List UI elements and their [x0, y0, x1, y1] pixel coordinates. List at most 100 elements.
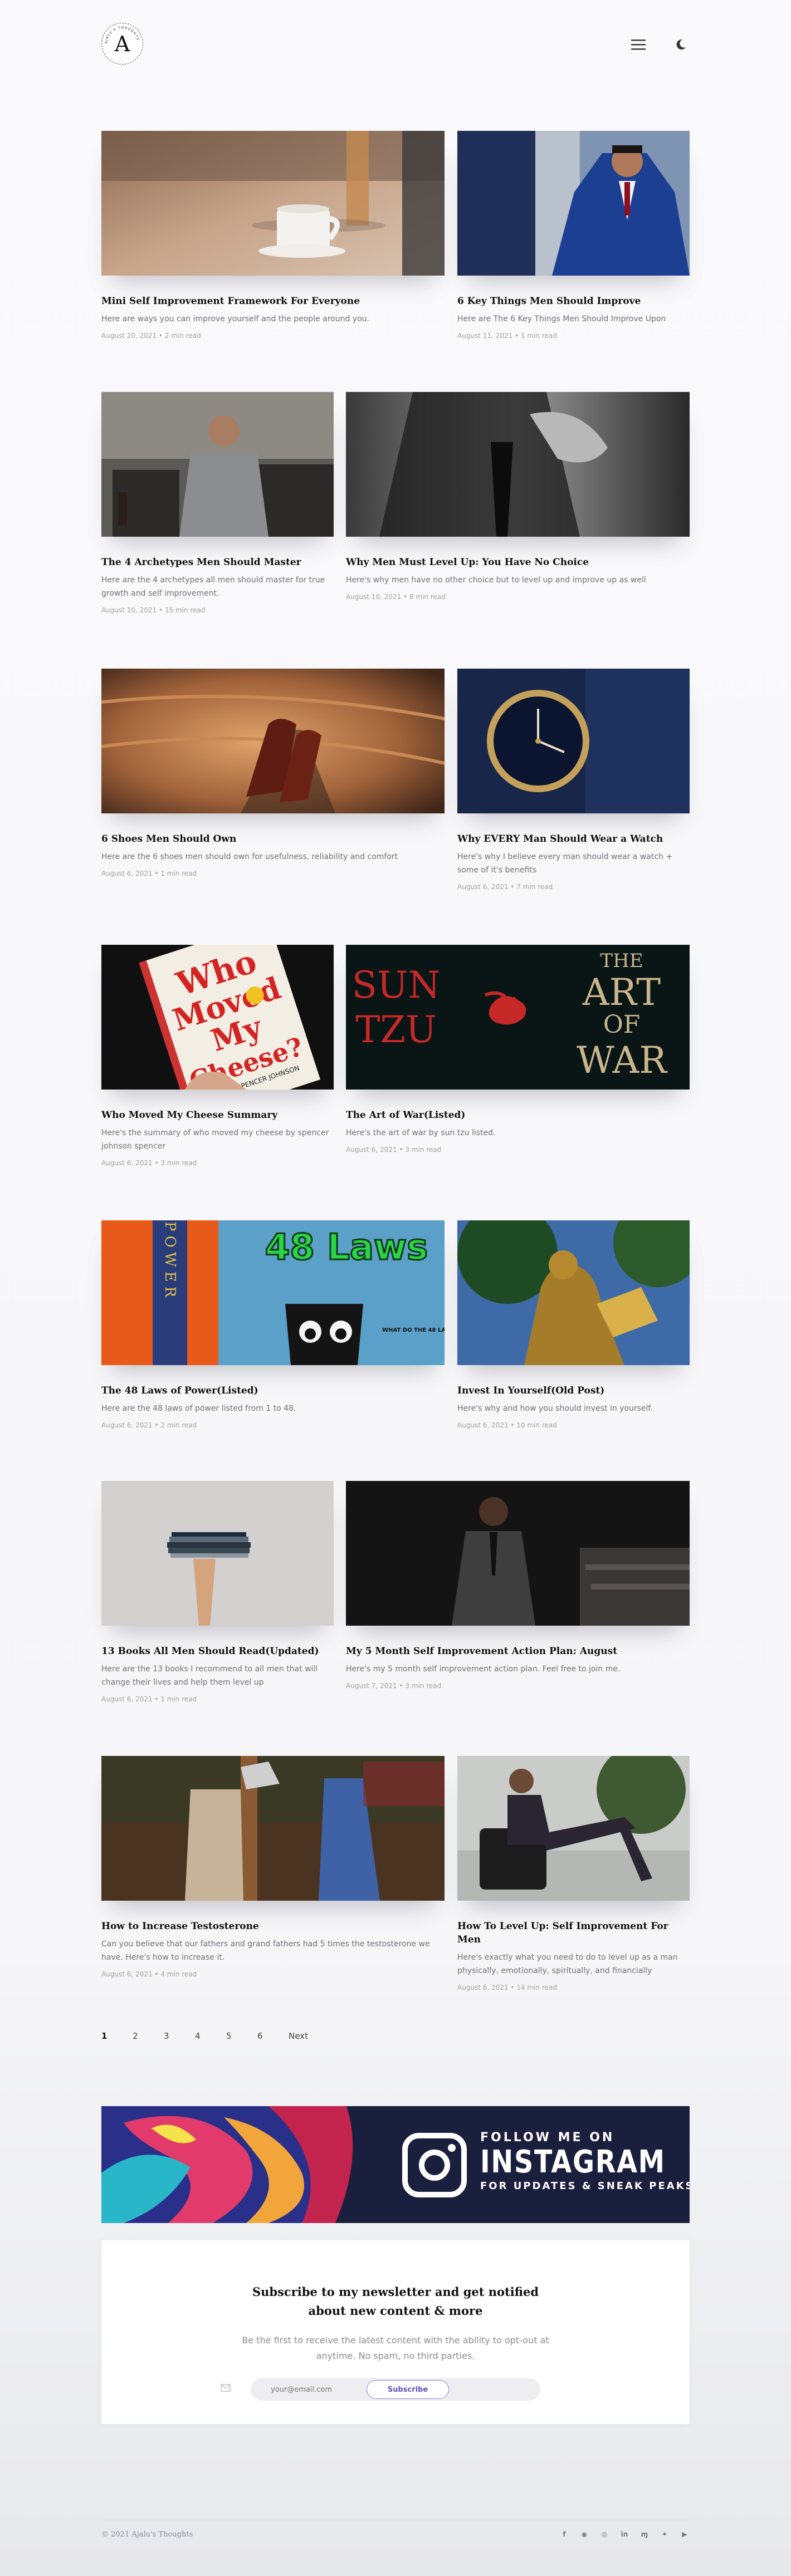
post-card[interactable]: 6 Key Things Men Should Improve Here are…	[457, 131, 690, 341]
page-link-4[interactable]: 4	[195, 2031, 226, 2041]
post-thumbnail[interactable]: POWER 48 Laws WHAT DO THE 48 LAWS	[101, 1220, 445, 1365]
post-title[interactable]: 6 Shoes Men Should Own	[101, 832, 445, 846]
post-card[interactable]: How to Increase Testosterone Can you bel…	[101, 1756, 445, 1980]
logo-ring: AJALU'S THOUGHTS	[105, 26, 139, 44]
post-thumbnail[interactable]	[346, 392, 690, 537]
pagination: 1 2 3 4 5 6 Next	[101, 2031, 320, 2041]
post-meta: August 6, 2021 • 14 min read	[457, 1984, 557, 1991]
post-description: Here are the 13 books I recommend to all…	[101, 1665, 318, 1687]
post-thumbnail[interactable]	[101, 669, 445, 813]
post-thumbnail[interactable]	[101, 131, 445, 276]
post-description: Here are the 48 laws of power listed fro…	[101, 1404, 296, 1413]
page-link-3[interactable]: 3	[164, 2031, 195, 2041]
page-link-1[interactable]: 1	[101, 2031, 133, 2041]
cover-caption: WHAT DO THE 48 LAWS	[382, 1327, 445, 1333]
post-thumbnail[interactable]	[101, 392, 334, 537]
post-card[interactable]: Invest In Yourself(Old Post) Here's why …	[457, 1220, 690, 1431]
instagram-banner[interactable]: FOLLOW ME ON INSTAGRAM FOR UPDATES & SNE…	[101, 2106, 690, 2223]
social-links: f ◉ ◎ in ɱ ✦ ▶	[559, 2529, 690, 2539]
instagram-icon	[402, 2133, 467, 2197]
post-thumbnail[interactable]	[457, 1756, 690, 1901]
post-card[interactable]: 13 Books All Men Should Read(Updated) He…	[101, 1481, 334, 1705]
post-card[interactable]: How To Level Up: Self Improvement For Me…	[457, 1756, 690, 1993]
post-meta: August 6, 2021 • 1 min read	[101, 870, 197, 877]
linkedin-icon[interactable]: in	[619, 2529, 629, 2539]
post-meta: August 6, 2021 • 10 min read	[457, 1421, 557, 1429]
post-card[interactable]: SUN TZU THE ART OF WAR The Art of War(Li…	[346, 945, 690, 1155]
github-icon[interactable]: ◉	[579, 2529, 589, 2539]
post-description: Here's the summary of who moved my chees…	[101, 1128, 329, 1151]
site-logo[interactable]: AJALU'S THOUGHTS A	[101, 23, 143, 65]
post-title[interactable]: 6 Key Things Men Should Improve	[457, 295, 690, 308]
post-title[interactable]: Why EVERY Man Should Wear a Watch	[457, 832, 690, 846]
youtube-icon[interactable]: ▶	[680, 2529, 690, 2539]
post-card[interactable]: Who Moved My Cheese? SPENCER JOHNSON Who…	[101, 945, 334, 1169]
post-description: Here's why and how you should invest in …	[457, 1404, 653, 1413]
post-description: Here's exactly what you need to do to le…	[457, 1953, 678, 1975]
post-meta: August 6, 2021 • 7 min read	[457, 883, 553, 891]
cover-word: TZU	[355, 1008, 437, 1051]
facebook-icon[interactable]: f	[559, 2529, 569, 2539]
post-description: Here are The 6 Key Things Men Should Imp…	[457, 315, 666, 323]
instagram-icon[interactable]: ◎	[599, 2529, 609, 2539]
cover-headline: 48 Laws	[265, 1227, 428, 1268]
copyright-text: © 2021 Ajalu's Thoughts	[101, 2530, 193, 2539]
hamburger-menu-icon[interactable]	[629, 36, 647, 53]
instagram-name: INSTAGRAM	[480, 2144, 666, 2180]
post-title[interactable]: 13 Books All Men Should Read(Updated)	[101, 1645, 334, 1658]
subscribe-button[interactable]: Subscribe	[367, 2380, 449, 2399]
cover-word: THE	[600, 950, 643, 972]
page-link-2[interactable]: 2	[133, 2031, 164, 2041]
post-thumbnail[interactable]	[101, 1756, 445, 1901]
post-card[interactable]: 6 Shoes Men Should Own Here are the 6 sh…	[101, 669, 445, 879]
post-title[interactable]: The 48 Laws of Power(Listed)	[101, 1384, 445, 1397]
post-title[interactable]: How to Increase Testosterone	[101, 1920, 445, 1933]
post-thumbnail[interactable]: Who Moved My Cheese? SPENCER JOHNSON	[101, 945, 334, 1090]
cover-word: ART	[582, 971, 661, 1014]
twitter-icon[interactable]: ✦	[660, 2529, 670, 2539]
post-meta: August 6, 2021 • 1 min read	[101, 1695, 197, 1703]
post-description: Here's my 5 month self improvement actio…	[346, 1665, 621, 1674]
post-card[interactable]: Why EVERY Man Should Wear a Watch Here's…	[457, 669, 690, 892]
mail-icon	[219, 2383, 232, 2396]
post-meta: August 10, 2021 • 15 min read	[101, 606, 206, 614]
post-title[interactable]: My 5 Month Self Improvement Action Plan:…	[346, 1645, 690, 1658]
post-card[interactable]: Why Men Must Level Up: You Have No Choic…	[346, 392, 690, 602]
post-title[interactable]: How To Level Up: Self Improvement For Me…	[457, 1920, 690, 1946]
post-title[interactable]: The 4 Archetypes Men Should Master	[101, 556, 334, 569]
post-thumbnail[interactable]	[101, 1481, 334, 1626]
post-meta: August 6, 2021 • 3 min read	[101, 1159, 197, 1167]
moon-icon[interactable]	[672, 36, 690, 53]
newsletter-section: Subscribe to my newsletter and get notif…	[101, 2240, 690, 2424]
post-description: Here are the 4 archetypes all men should…	[101, 576, 325, 598]
post-card[interactable]: My 5 Month Self Improvement Action Plan:…	[346, 1481, 690, 1691]
post-description: Here are ways you can improve yourself a…	[101, 315, 369, 323]
newsletter-description: Be the first to receive the latest conte…	[242, 2335, 549, 2361]
site-footer: © 2021 Ajalu's Thoughts f ◉ ◎ in ɱ ✦ ▶	[101, 2520, 690, 2542]
post-card[interactable]: Mini Self Improvement Framework For Ever…	[101, 131, 445, 341]
post-thumbnail[interactable]	[457, 1220, 690, 1365]
post-thumbnail[interactable]: SUN TZU THE ART OF WAR	[346, 945, 690, 1090]
cover-word: SUN	[352, 964, 441, 1007]
post-thumbnail[interactable]	[457, 131, 690, 276]
post-title[interactable]: Why Men Must Level Up: You Have No Choic…	[346, 556, 690, 569]
medium-icon[interactable]: ɱ	[639, 2529, 650, 2539]
site-header: AJALU'S THOUGHTS A	[101, 20, 690, 70]
post-thumbnail[interactable]	[457, 669, 690, 813]
post-title[interactable]: Who Moved My Cheese Summary	[101, 1108, 334, 1122]
post-description: Here's why men have no other choice but …	[346, 576, 646, 585]
post-card[interactable]: The 4 Archetypes Men Should Master Here …	[101, 392, 334, 616]
page-link-6[interactable]: 6	[257, 2031, 289, 2041]
post-title[interactable]: The Art of War(Listed)	[346, 1108, 690, 1122]
post-description: Here's the art of war by sun tzu listed.	[346, 1128, 496, 1137]
post-title[interactable]: Invest In Yourself(Old Post)	[457, 1384, 690, 1397]
newsletter-title: Subscribe to my newsletter and get notif…	[252, 2285, 539, 2318]
post-thumbnail[interactable]	[346, 1481, 690, 1626]
post-card[interactable]: POWER 48 Laws WHAT DO THE 48 LAWS The 48…	[101, 1220, 445, 1431]
page-link-5[interactable]: 5	[226, 2031, 257, 2041]
post-description: Here are the 6 shoes men should own for …	[101, 852, 398, 861]
next-page-link[interactable]: Next	[289, 2031, 320, 2041]
post-meta: August 11, 2021 • 1 min read	[457, 332, 557, 340]
post-meta: August 6, 2021 • 4 min read	[101, 1970, 197, 1978]
post-title[interactable]: Mini Self Improvement Framework For Ever…	[101, 295, 445, 308]
